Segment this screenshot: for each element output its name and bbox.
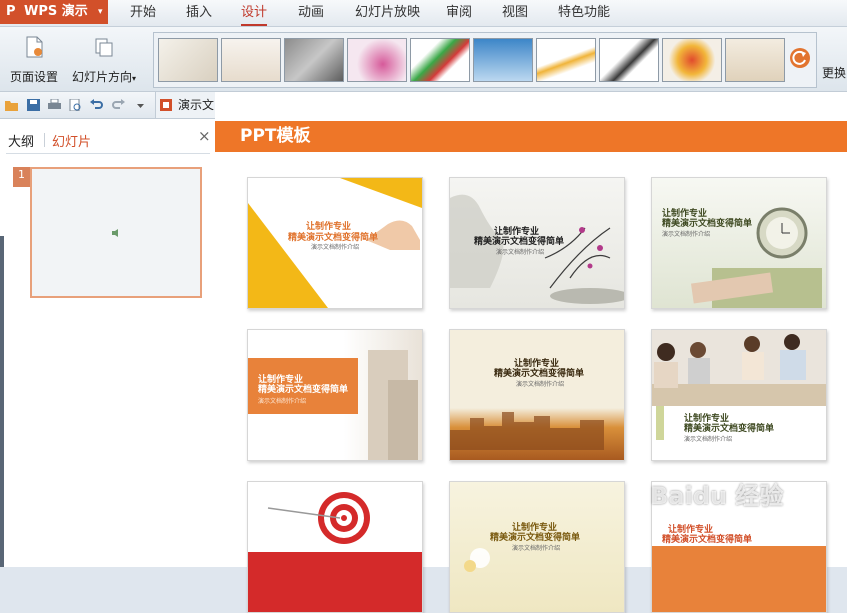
design-thumb[interactable] xyxy=(599,38,659,82)
design-thumb[interactable] xyxy=(536,38,596,82)
ppt-templates-title: PPT模板 xyxy=(240,126,311,146)
document-tab[interactable]: 演示文 xyxy=(155,92,216,118)
design-thumb[interactable] xyxy=(347,38,407,82)
app-name: WPS 演示 xyxy=(24,4,88,19)
template-card[interactable]: 让制作专业 精美演示文档变得简单 演示文档制作介绍 xyxy=(449,177,625,309)
card-caption: 演示文档制作介绍 xyxy=(684,436,733,443)
print-preview-icon[interactable] xyxy=(69,99,82,111)
document-tab-label: 演示文 xyxy=(178,98,215,112)
card-caption: 演示文档制作介绍 xyxy=(516,381,565,388)
template-card[interactable]: 让制作专业 精美演示文档变得简单 演示文档制作介绍 xyxy=(651,177,827,309)
close-icon[interactable]: × xyxy=(198,127,211,145)
design-thumb[interactable] xyxy=(221,38,281,82)
change-template-button[interactable]: 更换 xyxy=(822,64,846,81)
tab-insert[interactable]: 插入 xyxy=(186,0,212,26)
card-caption: 演示文档制作介绍 xyxy=(662,231,711,238)
template-card[interactable]: 让制作专业 精美演示文档变得简单 演示文档制作介绍 xyxy=(449,481,625,613)
tab-design[interactable]: 设计 xyxy=(241,0,268,26)
tab-home[interactable]: 开始 xyxy=(130,0,156,26)
design-thumb[interactable] xyxy=(662,38,722,82)
speaker-icon xyxy=(112,229,118,237)
card-caption: 演示文档制作介绍 xyxy=(311,244,360,251)
template-card[interactable]: 让制作专业 精美演示文档变得简单 演示文档制作介绍 xyxy=(247,329,423,461)
panel-tabs-divider xyxy=(6,153,210,154)
slide-number-badge: 1 xyxy=(13,167,30,187)
design-thumb[interactable] xyxy=(473,38,533,82)
menu-bar: P WPS 演示 ▾ 开始 插入 设计 动画 幻灯片放映 审阅 视图 特色功能 xyxy=(0,0,847,27)
page-setup-icon xyxy=(26,36,43,58)
card-subtitle-line: 精美演示文档变得简单 xyxy=(490,533,581,543)
tab-slides[interactable]: 幻灯片 xyxy=(52,131,91,150)
template-card[interactable]: 让制作专业 精美演示文档变得简单 演示文档制作介绍 xyxy=(449,329,625,461)
left-edge-scrollbar[interactable] xyxy=(0,236,4,567)
tab-review[interactable]: 审阅 xyxy=(446,0,472,26)
slide-thumbnail[interactable] xyxy=(30,167,202,298)
tab-divider xyxy=(44,133,45,147)
design-thumb[interactable] xyxy=(725,38,785,82)
redo-icon[interactable] xyxy=(112,99,125,111)
undo-icon[interactable] xyxy=(90,99,103,111)
customize-toolbar-icon[interactable] xyxy=(134,99,147,111)
tab-special-features[interactable]: 特色功能 xyxy=(558,0,610,26)
card-caption: 演示文档制作介绍 xyxy=(512,545,561,552)
page-setup-label: 页面设置 xyxy=(9,70,58,84)
template-card[interactable] xyxy=(247,481,423,613)
tab-view[interactable]: 视图 xyxy=(502,0,528,26)
wps-logo-icon: P xyxy=(6,4,16,19)
wps-app-menu-button[interactable]: P WPS 演示 ▾ xyxy=(0,0,108,24)
card-caption: 演示文档制作介绍 xyxy=(496,249,545,256)
tab-animation[interactable]: 动画 xyxy=(298,0,324,26)
presentation-doc-icon xyxy=(160,99,172,111)
orientation-icon xyxy=(95,38,113,57)
tab-outline[interactable]: 大纲 xyxy=(8,131,34,150)
chevron-down-icon: ▾ xyxy=(98,7,103,17)
page-setup-button[interactable]: 页面设置 xyxy=(6,30,62,90)
design-thumb[interactable] xyxy=(410,38,470,82)
tab-slideshow[interactable]: 幻灯片放映 xyxy=(355,0,420,26)
save-icon[interactable] xyxy=(27,99,40,111)
template-card[interactable]: 让制作专业 精美演示文档变得简单 演示文档制作介绍 xyxy=(651,329,827,461)
design-thumb[interactable] xyxy=(284,38,344,82)
slide-orientation-button[interactable]: 幻灯片方向▾ xyxy=(66,30,142,90)
open-folder-icon[interactable] xyxy=(5,99,18,111)
design-template-gallery xyxy=(153,32,817,88)
ppt-templates-header: PPT模板 xyxy=(215,121,847,152)
baidu-watermark: Baidu 经验 xyxy=(650,482,784,510)
card-caption: 演示文档制作介绍 xyxy=(258,398,307,405)
card-subtitle-line: 精美演示文档变得简单 xyxy=(662,535,753,545)
card-subtitle-line: 精美演示文档变得简单 xyxy=(662,219,753,229)
card-subtitle-line: 精美演示文档变得简单 xyxy=(684,424,775,434)
refresh-icon[interactable] xyxy=(790,48,810,68)
print-icon[interactable] xyxy=(48,99,61,111)
template-card[interactable]: 让制作专业 精美演示文档变得简单 演示文档制作介绍 xyxy=(247,177,423,309)
slides-panel: 大纲 幻灯片 × 1 xyxy=(0,119,215,567)
card-subtitle-line: 精美演示文档变得简单 xyxy=(494,369,585,379)
slide-orientation-label: 幻灯片方向▾ xyxy=(71,70,137,84)
card-subtitle-line: 精美演示文档变得简单 xyxy=(474,237,565,247)
card-subtitle-line: 精美演示文档变得简单 xyxy=(258,385,349,395)
design-thumb[interactable] xyxy=(158,38,218,82)
